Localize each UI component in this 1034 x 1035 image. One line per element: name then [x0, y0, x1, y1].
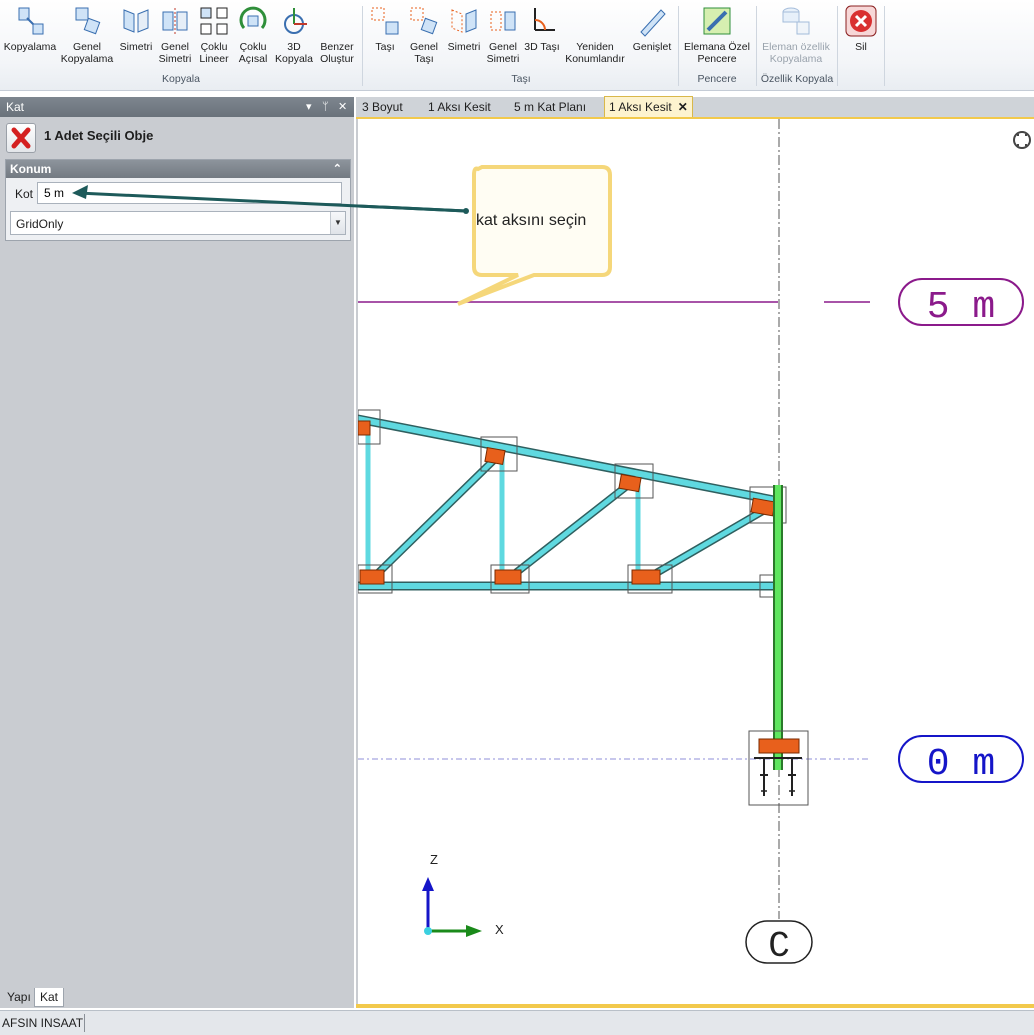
red-x-icon — [11, 127, 31, 149]
multi-angular-icon — [239, 6, 267, 29]
selection-row: 1 Adet Seçili Obje — [6, 121, 350, 153]
copy-icon — [18, 7, 44, 35]
mirror-icon — [123, 9, 149, 33]
status-bar: AFSIN INSAAT — [0, 1010, 1034, 1035]
company-name: AFSIN INSAAT — [2, 1016, 84, 1030]
move-general-mirror-icon — [490, 11, 516, 31]
dropdown-arrow-icon[interactable]: ▾ — [306, 97, 312, 117]
ucs-axes-icon: Z X — [422, 852, 504, 937]
tab-yapi[interactable]: Yapı — [2, 988, 36, 1006]
eleman-ozellik-kopyalama-button[interactable]: Eleman özellik Kopyalama — [760, 4, 832, 74]
close-icon[interactable]: ✕ — [338, 97, 347, 117]
ribbon: Kopyalama Genel Kopyalama Simetri Genel … — [0, 0, 1034, 91]
column[interactable] — [773, 485, 783, 770]
x-axis-label: X — [495, 922, 504, 937]
tab-5m-kat-plani[interactable]: 5 m Kat Planı — [514, 97, 586, 117]
3d-tasi-button[interactable]: 3D Taşı — [524, 4, 560, 74]
konum-header[interactable]: Konum ⌃ — [6, 160, 350, 178]
drawing-svg: 5 m 0 m C Z X — [358, 119, 1031, 967]
tab-1-aksi-kesit[interactable]: 1 Aksı Kesit — [428, 97, 491, 117]
tab-kat[interactable]: Kat — [34, 988, 65, 1007]
level-5m-text: 5 m — [927, 286, 995, 329]
tasi-group-label: Taşı — [511, 73, 531, 85]
genel-tasi-button[interactable]: Genel Taşı — [405, 4, 443, 74]
extend-icon — [640, 9, 666, 37]
delete-selection-button[interactable] — [6, 123, 36, 153]
group-separator — [837, 6, 838, 86]
genel-simetri-button[interactable]: Genel Simetri — [157, 4, 193, 74]
arrow-head-icon — [72, 185, 88, 199]
genel-kopyalama-button[interactable]: Genel Kopyalama — [60, 4, 114, 74]
sil-button[interactable]: Sil — [842, 4, 880, 74]
pencere-group-label: Pencere — [697, 73, 737, 85]
multi-linear-icon — [200, 7, 228, 35]
konum-header-label: Konum — [10, 162, 52, 176]
3d-copy-icon — [284, 8, 307, 34]
kopyalama-button[interactable]: Kopyalama — [2, 4, 58, 74]
callout-arrow-overlay — [72, 185, 467, 213]
pin-icon[interactable]: ᛘ — [322, 97, 329, 117]
general-mirror-icon — [162, 8, 188, 34]
callout-text: kat aksını seçin — [476, 212, 587, 229]
roof-truss[interactable] — [358, 414, 779, 591]
group-separator — [678, 6, 679, 86]
tab-3-boyut[interactable]: 3 Boyut — [362, 97, 403, 117]
general-copy-icon — [75, 7, 101, 35]
3d-move-icon — [534, 8, 555, 31]
kat-panel: Kat ▾ ᛘ ✕ 1 Adet Seçili Obje Konum ⌃ Kot… — [0, 97, 354, 1008]
property-copy-icon — [782, 7, 810, 35]
group-separator — [756, 6, 757, 86]
tasi-button[interactable]: Taşı — [366, 4, 404, 74]
tab-1-aksi-kesit-active[interactable]: 1 Aksı Kesit ✕ — [604, 96, 693, 117]
active-tab-label: 1 Aksı Kesit — [609, 100, 672, 114]
move-mirror-icon — [451, 9, 477, 33]
ozellik-kopyala-group-label: Özellik Kopyala — [760, 73, 834, 85]
coklu-acisal-button[interactable]: Çoklu Açısal — [234, 4, 272, 74]
group-separator — [884, 6, 885, 86]
panel-title-bar: Kat ▾ ᛘ ✕ — [0, 97, 354, 117]
genislet-button[interactable]: Genişlet — [630, 4, 674, 74]
callout-bubble — [457, 165, 612, 306]
simetri-button[interactable]: Simetri — [116, 4, 156, 74]
move-icon — [371, 7, 399, 35]
group-separator — [362, 6, 363, 86]
grid-mode-value: GridOnly — [16, 217, 64, 231]
viewport-bottom-border — [356, 1004, 1034, 1008]
axis-c-label: C — [768, 926, 790, 967]
tasi-genel-simetri-button[interactable]: Genel Simetri — [484, 4, 522, 74]
panel-title: Kat — [6, 100, 25, 114]
panel-bottom-tabs: Yapı Kat — [0, 986, 354, 1008]
element-window-icon — [703, 7, 731, 35]
coklu-lineer-button[interactable]: Çoklu Lineer — [196, 4, 232, 74]
3d-kopyala-button[interactable]: 3D Kopyala — [274, 4, 314, 74]
general-move-icon — [410, 7, 438, 35]
benzer-olustur-button[interactable]: Benzer Oluştur — [316, 4, 358, 74]
z-axis-label: Z — [430, 852, 438, 867]
kopyala-group-label: Kopyala — [162, 73, 200, 85]
gusset-plates[interactable] — [358, 409, 787, 598]
zoom-extents-icon[interactable] — [1013, 131, 1031, 149]
level-0m-text: 0 m — [927, 743, 995, 786]
yeniden-konumlandir-button[interactable]: Yeniden Konumlandır — [562, 4, 628, 74]
elemana-ozel-pencere-button[interactable]: Elemana Özel Pencere — [682, 4, 752, 74]
selection-title: 1 Adet Seçili Obje — [44, 128, 154, 143]
delete-icon — [845, 5, 877, 37]
collapse-icon[interactable]: ⌃ — [333, 160, 342, 178]
tasi-simetri-button[interactable]: Simetri — [444, 4, 484, 74]
status-separator — [84, 1014, 85, 1032]
document-tabs: 3 Boyut 1 Aksı Kesit 5 m Kat Planı 1 Aks… — [356, 96, 1034, 119]
kot-label: Kot — [15, 187, 34, 201]
section-viewport[interactable]: 5 m 0 m C Z X kat aksını seçin — [356, 119, 1034, 1004]
close-tab-icon[interactable]: ✕ — [678, 100, 688, 114]
